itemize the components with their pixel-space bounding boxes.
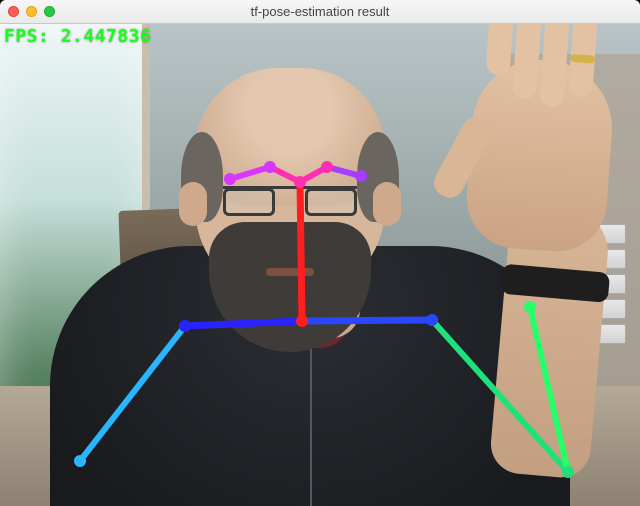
titlebar[interactable]: tf-pose-estimation result [0, 0, 640, 24]
window-title: tf-pose-estimation result [0, 4, 640, 19]
fps-label: FPS: [4, 26, 49, 47]
minimize-icon[interactable] [26, 6, 37, 17]
zoom-icon[interactable] [44, 6, 55, 17]
video-viewport: FPS: 2.447836 [0, 24, 640, 506]
close-icon[interactable] [8, 6, 19, 17]
person-hand [464, 55, 617, 254]
watch-icon [500, 264, 610, 303]
eyeglasses-icon [223, 186, 357, 216]
app-window: tf-pose-estimation result [0, 0, 640, 506]
ring-icon [571, 54, 595, 64]
camera-frame [0, 24, 640, 506]
person-head [195, 72, 385, 302]
fps-value: 2.447836 [61, 26, 152, 47]
fps-counter: FPS: 2.447836 [4, 26, 151, 47]
traffic-lights [8, 6, 55, 17]
